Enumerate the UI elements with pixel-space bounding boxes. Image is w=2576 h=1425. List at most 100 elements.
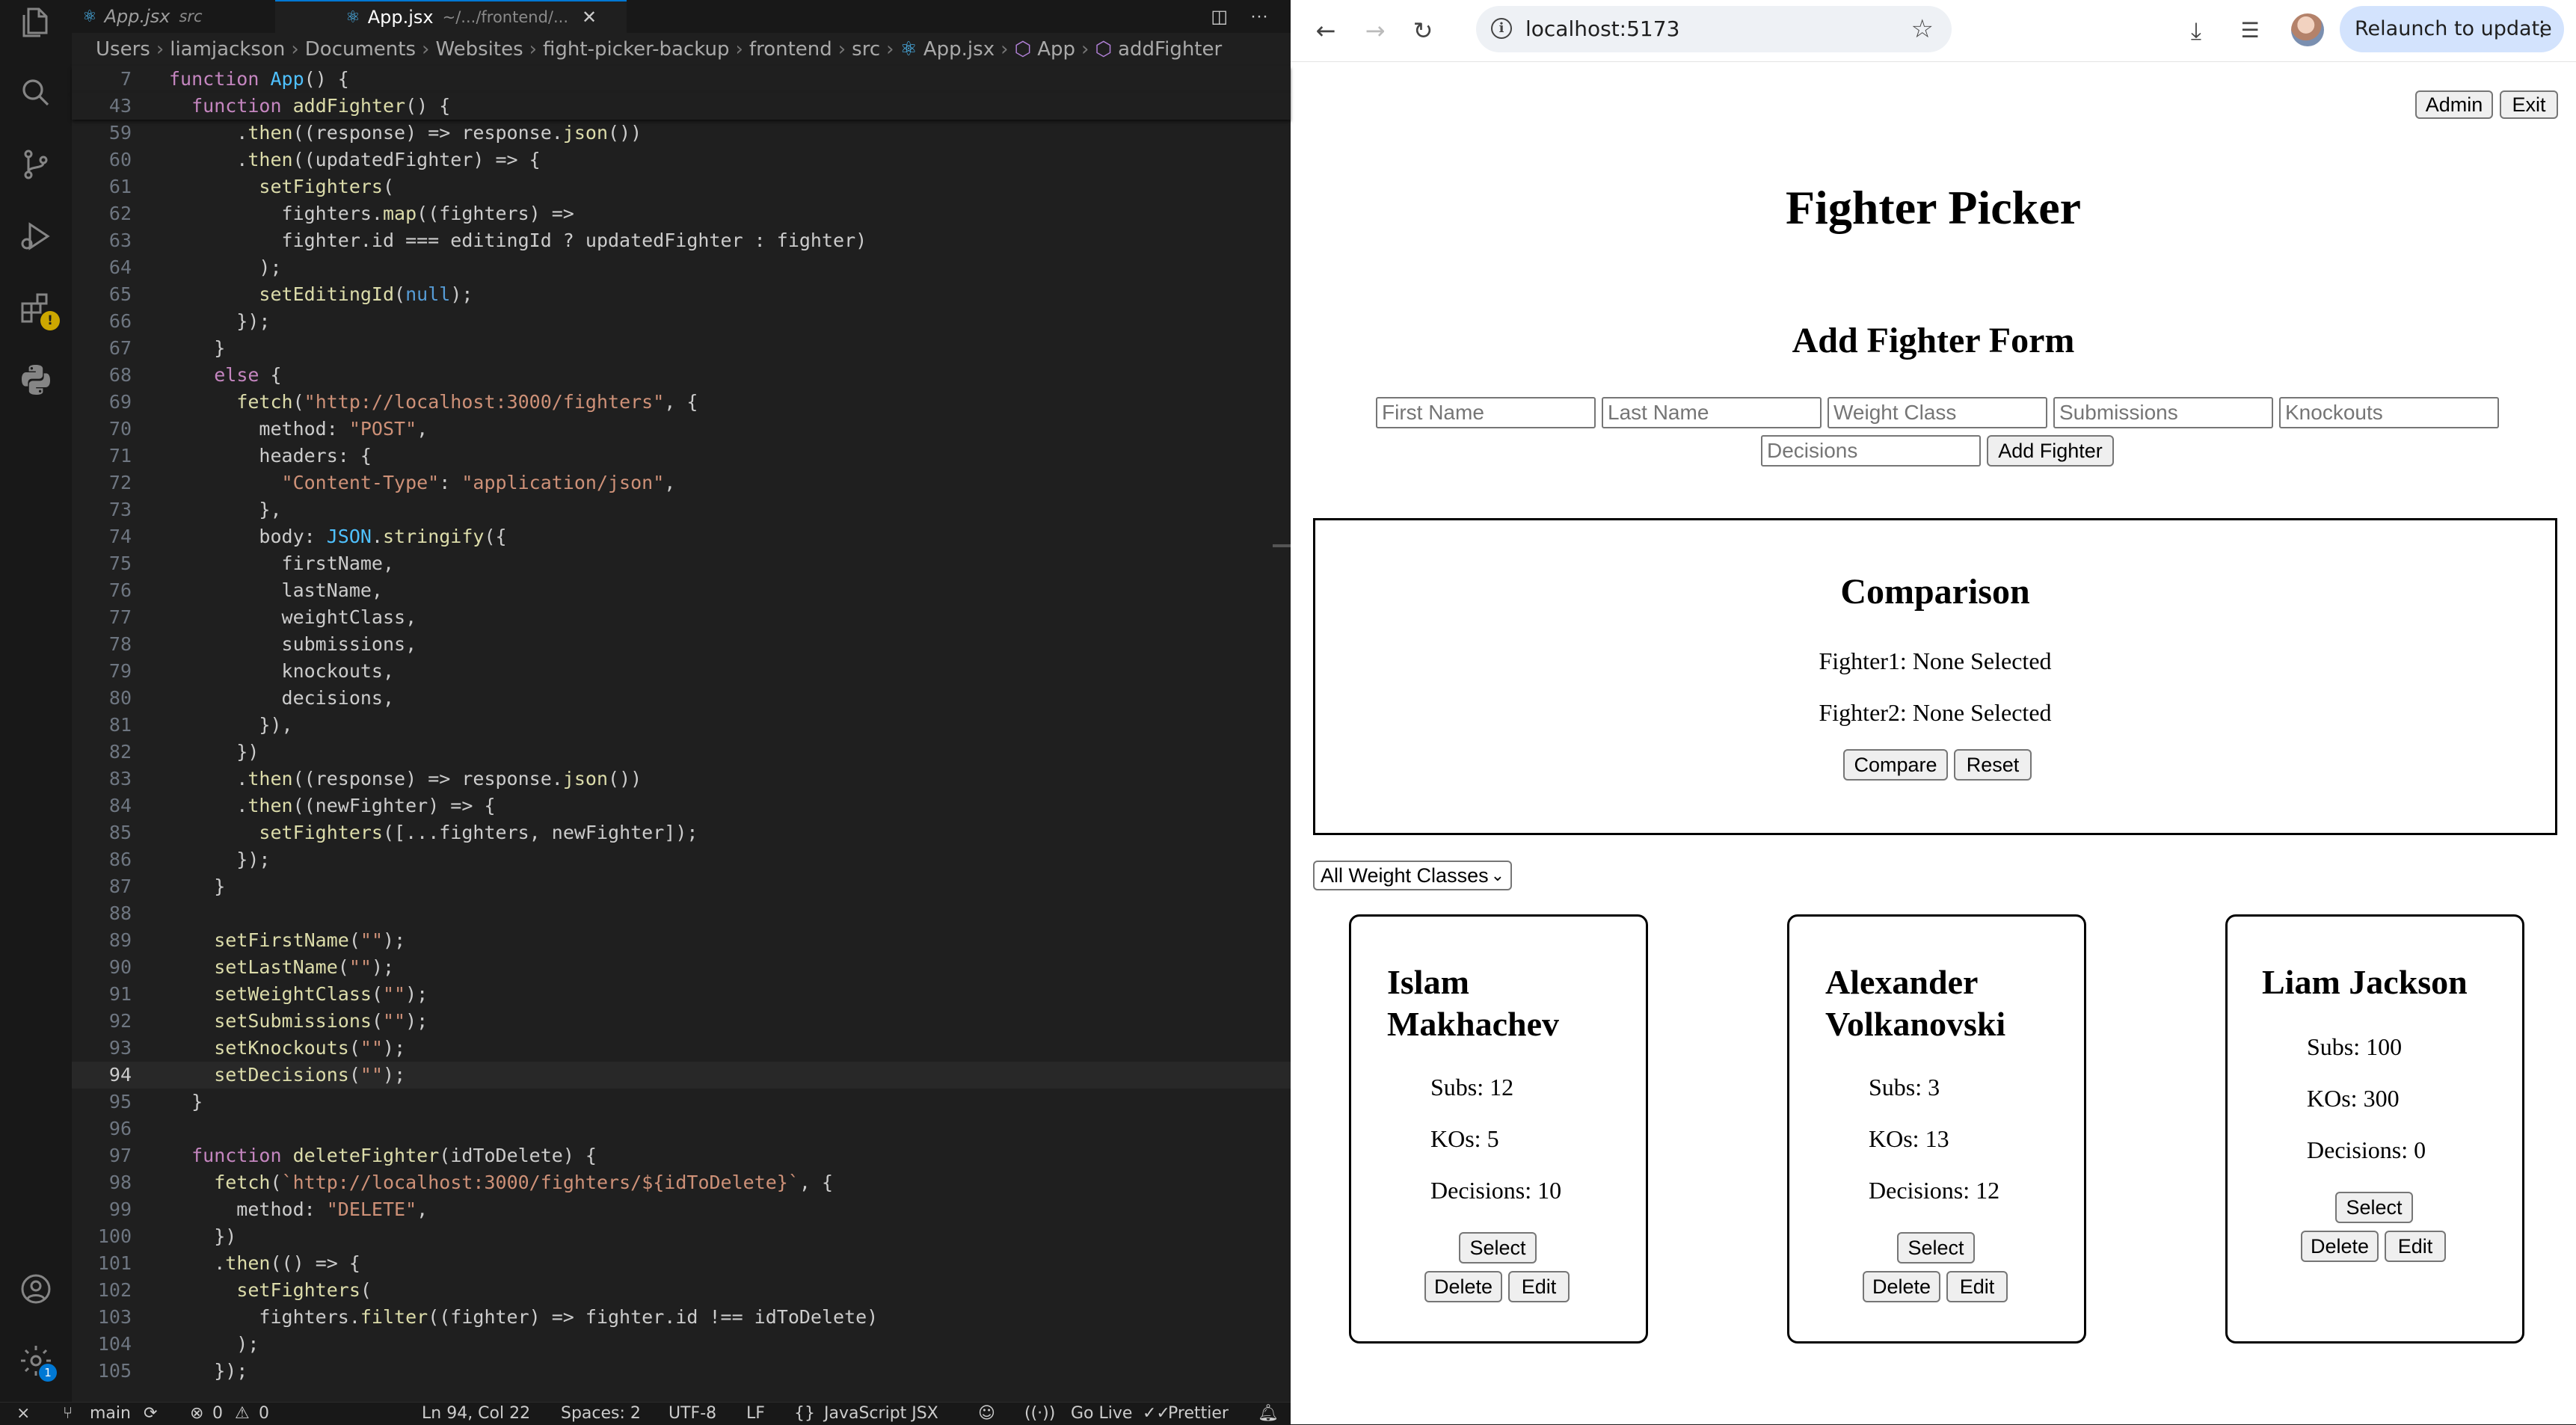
- code-text[interactable]: setKnockouts("");: [169, 1035, 405, 1062]
- breadcrumb-item[interactable]: frontend: [749, 38, 832, 61]
- forward-arrow-icon[interactable]: →: [1359, 15, 1391, 46]
- code-line[interactable]: 66 });: [72, 308, 1291, 335]
- warnings-icon[interactable]: ⚠: [235, 1403, 250, 1425]
- code-text[interactable]: }: [169, 335, 225, 362]
- edit-button[interactable]: Edit: [2385, 1231, 2446, 1262]
- code-text[interactable]: headers: {: [169, 443, 372, 470]
- media-queue-icon[interactable]: ☰: [2234, 15, 2266, 46]
- code-line[interactable]: 89 setFirstName("");: [72, 927, 1291, 954]
- code-text[interactable]: body: JSON.stringify({: [169, 523, 506, 550]
- code-line[interactable]: 90 setLastName("");: [72, 954, 1291, 981]
- errors-icon[interactable]: ⊗: [190, 1403, 203, 1425]
- code-line[interactable]: 77 weightClass,: [72, 604, 1291, 631]
- code-text[interactable]: setSubmissions("");: [169, 1008, 428, 1035]
- breadcrumb-item[interactable]: App: [1037, 38, 1075, 61]
- code-line[interactable]: 59 .then((response) => response.json()): [72, 120, 1291, 147]
- code-text[interactable]: lastName,: [169, 577, 383, 604]
- code-line[interactable]: 70 method: "POST",: [72, 416, 1291, 443]
- code-line[interactable]: 84 .then((newFighter) => {: [72, 792, 1291, 819]
- delete-button[interactable]: Delete: [1863, 1271, 1940, 1302]
- code-line[interactable]: 86 });: [72, 846, 1291, 873]
- code-text[interactable]: setDecisions("");: [169, 1062, 405, 1089]
- code-line[interactable]: 93 setKnockouts("");: [72, 1035, 1291, 1062]
- code-text[interactable]: fighters.map((fighters) =>: [169, 200, 574, 227]
- code-text[interactable]: });: [169, 308, 270, 335]
- last-name-input[interactable]: [1602, 397, 1822, 428]
- add-fighter-button[interactable]: Add Fighter: [1987, 435, 2114, 467]
- breadcrumb-item[interactable]: Websites: [435, 38, 523, 61]
- code-line[interactable]: 60 .then((updatedFighter) => {: [72, 147, 1291, 173]
- code-text[interactable]: submissions,: [169, 631, 417, 658]
- code-text[interactable]: },: [169, 496, 281, 523]
- knockouts-input[interactable]: [2279, 397, 2499, 428]
- weight-class-input[interactable]: [1828, 397, 2047, 428]
- select-button[interactable]: Select: [1897, 1232, 1975, 1264]
- code-line[interactable]: 75 firstName,: [72, 550, 1291, 577]
- code-text[interactable]: }: [169, 1089, 203, 1115]
- code-text[interactable]: firstName,: [169, 550, 395, 577]
- code-line[interactable]: 102 setFighters(: [72, 1277, 1291, 1304]
- code-line[interactable]: 88: [72, 900, 1291, 927]
- code-text[interactable]: .then((newFighter) => {: [169, 792, 495, 819]
- first-name-input[interactable]: [1376, 397, 1596, 428]
- decisions-input[interactable]: [1761, 435, 1981, 467]
- code-text[interactable]: knockouts,: [169, 658, 395, 685]
- breadcrumb-item[interactable]: liamjackson: [170, 38, 285, 61]
- code-text[interactable]: setFirstName("");: [169, 927, 405, 954]
- code-line[interactable]: 91 setWeightClass("");: [72, 981, 1291, 1008]
- compare-button[interactable]: Compare: [1843, 749, 1948, 781]
- breadcrumb-item[interactable]: Users: [96, 38, 150, 61]
- more-actions-icon[interactable]: ···: [1250, 6, 1268, 27]
- code-line[interactable]: 79 knockouts,: [72, 658, 1291, 685]
- delete-button[interactable]: Delete: [2301, 1231, 2379, 1262]
- code-text[interactable]: setFighters(: [169, 173, 394, 200]
- remote-icon[interactable]: ⨯: [16, 1403, 30, 1425]
- code-text[interactable]: fetch(`http://localhost:3000/fighters/${…: [169, 1169, 833, 1196]
- encoding[interactable]: UTF-8: [668, 1403, 716, 1425]
- error-count[interactable]: 0: [212, 1403, 223, 1425]
- weight-class-filter[interactable]: All Weight Classes ⌄: [1313, 861, 1512, 890]
- code-line[interactable]: 81 }),: [72, 712, 1291, 739]
- code-line[interactable]: 85 setFighters([...fighters, newFighter]…: [72, 819, 1291, 846]
- code-line[interactable]: 83 .then((response) => response.json()): [72, 766, 1291, 792]
- breadcrumb-item[interactable]: App.jsx: [923, 38, 995, 61]
- code-line[interactable]: 65 setEditingId(null);: [72, 281, 1291, 308]
- code-text[interactable]: }): [169, 739, 259, 766]
- code-text[interactable]: fetch("http://localhost:3000/fighters", …: [169, 389, 698, 416]
- end-of-line[interactable]: LF: [746, 1403, 765, 1425]
- code-line[interactable]: 80 decisions,: [72, 685, 1291, 712]
- code-line[interactable]: 103 fighters.filter((fighter) => fighter…: [72, 1304, 1291, 1331]
- downloads-icon[interactable]: ⤓: [2180, 15, 2212, 46]
- select-button[interactable]: Select: [2335, 1192, 2413, 1223]
- submissions-input[interactable]: [2053, 397, 2273, 428]
- relaunch-button[interactable]: Relaunch to update ⋮: [2340, 6, 2564, 52]
- code-line[interactable]: 100 }): [72, 1223, 1291, 1250]
- code-text[interactable]: fighters.filter((fighter) => fighter.id …: [169, 1304, 878, 1331]
- run-debug-icon[interactable]: [18, 218, 54, 254]
- code-text[interactable]: .then(() => {: [169, 1250, 360, 1277]
- indentation[interactable]: Spaces: 2: [561, 1403, 641, 1425]
- breadcrumb-item[interactable]: Documents: [305, 38, 416, 61]
- code-text[interactable]: }): [169, 1223, 236, 1250]
- branch-name[interactable]: main: [90, 1403, 131, 1425]
- code-text[interactable]: .then((response) => response.json()): [169, 766, 642, 792]
- code-line[interactable]: 76 lastName,: [72, 577, 1291, 604]
- code-line[interactable]: 105 });: [72, 1358, 1291, 1385]
- code-line[interactable]: 94 setDecisions("");: [72, 1062, 1291, 1089]
- account-icon[interactable]: [18, 1271, 54, 1307]
- code-line[interactable]: 61 setFighters(: [72, 173, 1291, 200]
- settings-gear-icon[interactable]: 1: [18, 1343, 57, 1382]
- admin-button[interactable]: Admin: [2415, 90, 2493, 119]
- code-text[interactable]: method: "POST",: [169, 416, 428, 443]
- edit-button[interactable]: Edit: [1508, 1271, 1570, 1302]
- breadcrumb-item[interactable]: addFighter: [1118, 38, 1222, 61]
- reset-button[interactable]: Reset: [1954, 749, 2032, 781]
- code-line[interactable]: 72 "Content-Type": "application/json",: [72, 470, 1291, 496]
- code-line[interactable]: 69 fetch("http://localhost:3000/fighters…: [72, 389, 1291, 416]
- code-text[interactable]: function App() {: [169, 66, 349, 93]
- sync-icon[interactable]: ⟳: [144, 1403, 157, 1425]
- code-line[interactable]: 74 body: JSON.stringify({: [72, 523, 1291, 550]
- copilot-icon[interactable]: ☺: [978, 1403, 995, 1425]
- reload-icon[interactable]: ↻: [1407, 15, 1439, 46]
- explorer-icon[interactable]: [18, 4, 54, 40]
